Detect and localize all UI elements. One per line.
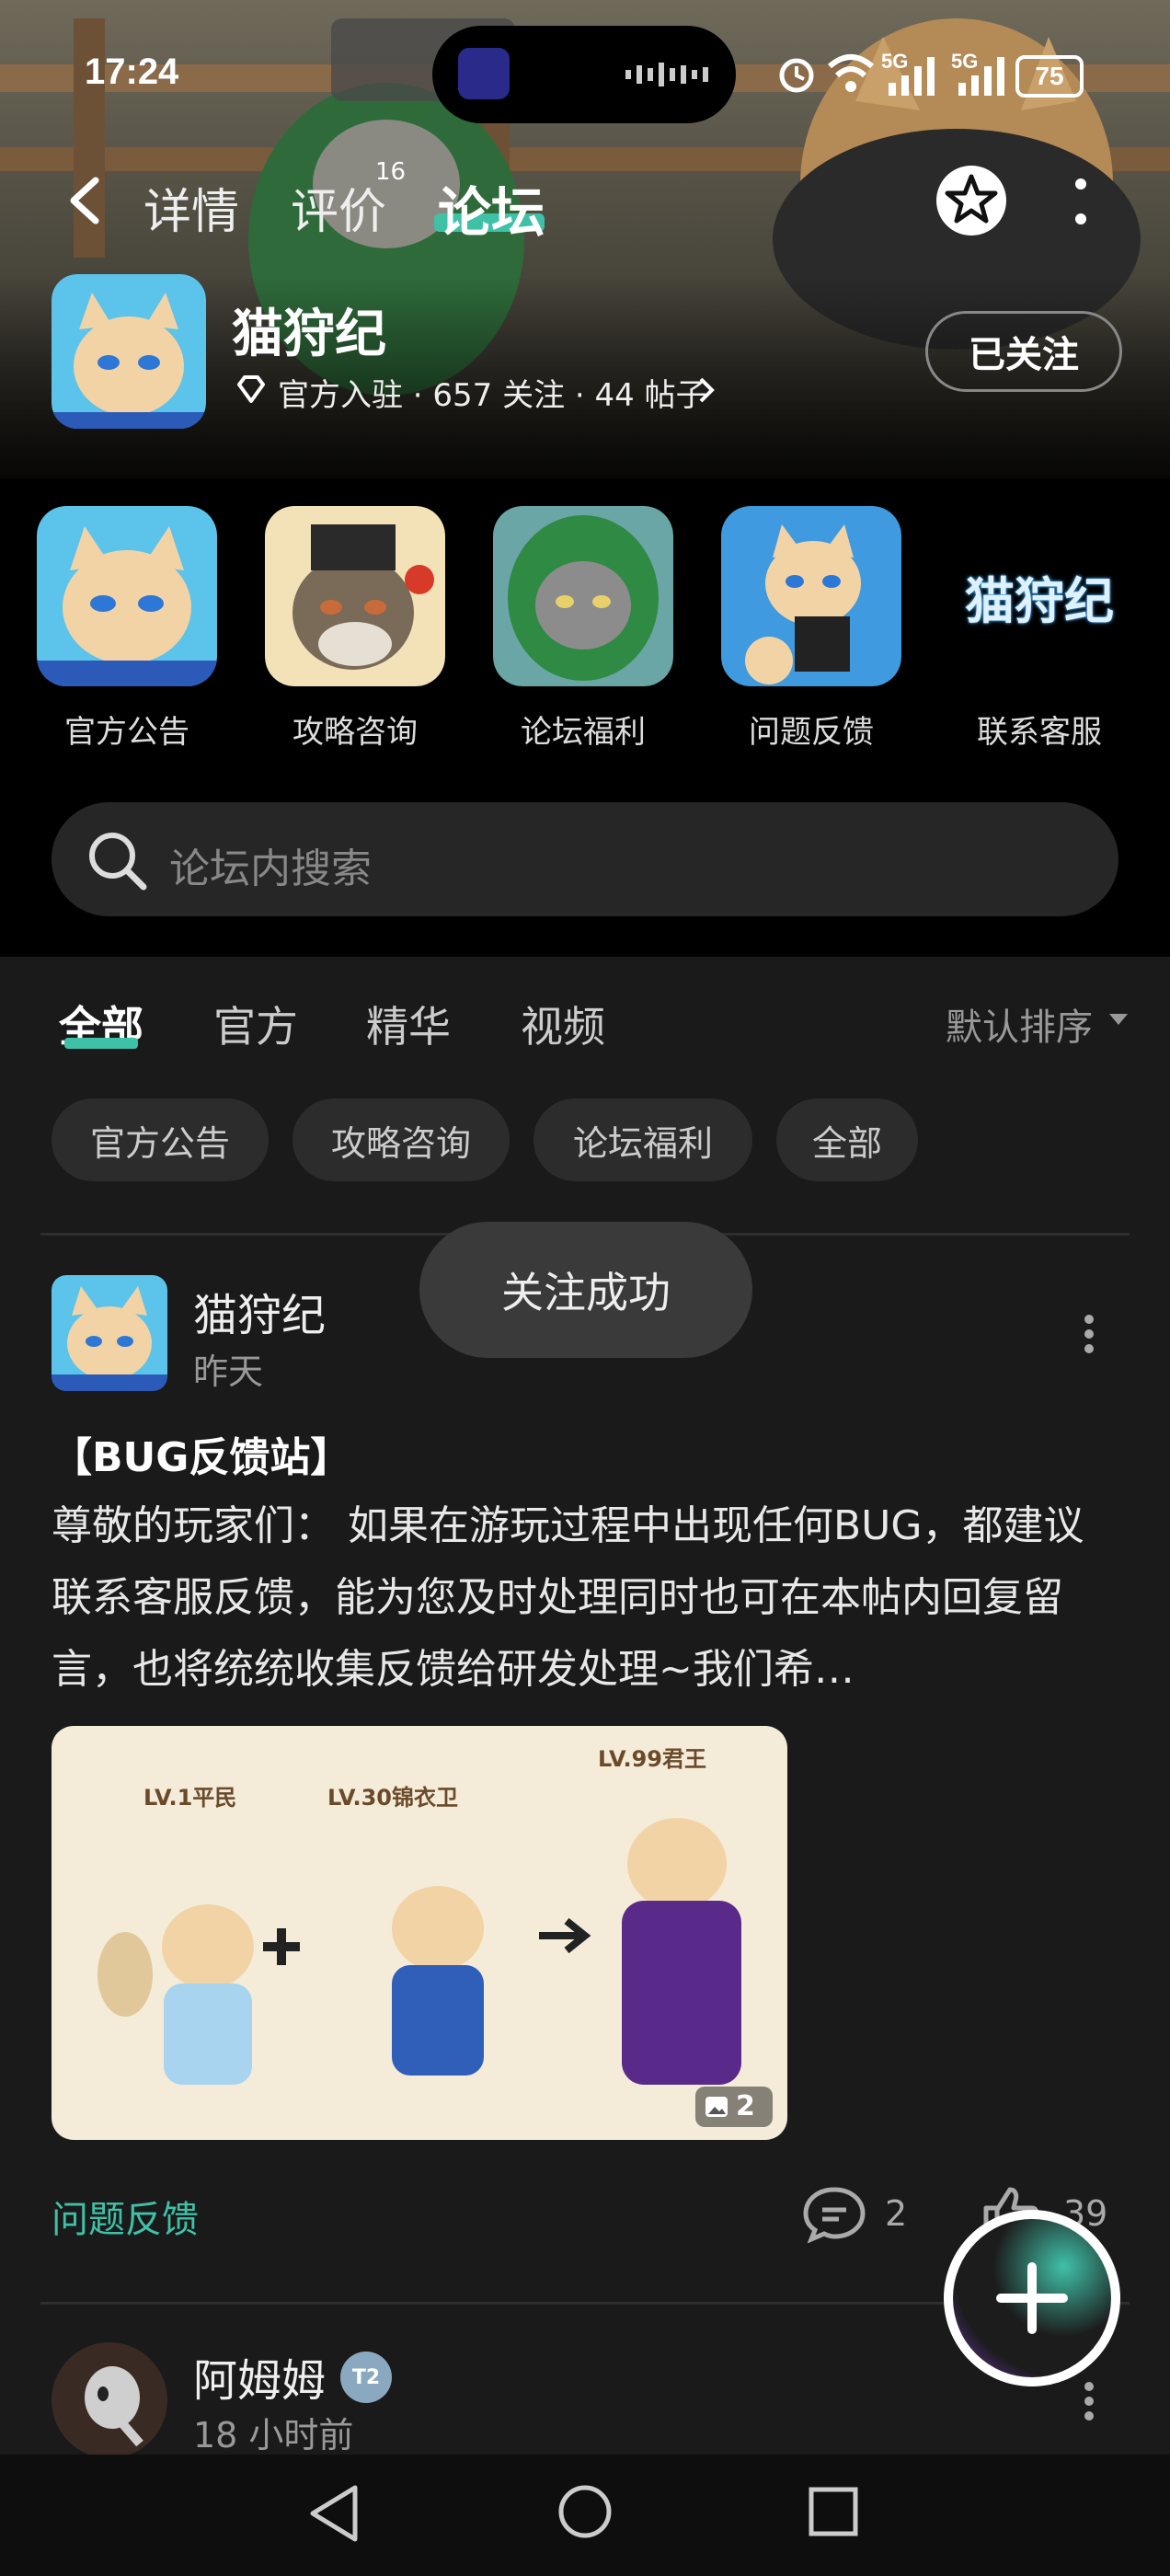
search-placeholder: 论坛内搜索	[169, 845, 372, 892]
author-avatar-2[interactable]	[52, 2342, 167, 2458]
image-label-lv30: LV.30锦衣卫	[327, 1785, 458, 1811]
diamond-icon	[237, 375, 265, 403]
image-icon	[705, 2097, 728, 2117]
sort-dropdown[interactable]: 默认排序	[946, 997, 1093, 1051]
post-more-icon[interactable]	[1076, 1312, 1102, 1356]
tab-reviews[interactable]: 评价	[291, 173, 386, 242]
shortcut-feedback[interactable]	[721, 506, 901, 690]
post-author[interactable]: 猫狩纪	[193, 1279, 326, 1343]
strategy-consult-icon	[265, 506, 445, 686]
post-image[interactable]: LV.1平民 LV.30锦衣卫 LV.99君王 2	[52, 1726, 787, 2140]
shortcut-label-feedback: 问题反馈	[749, 714, 874, 751]
comment-count: 2	[885, 2193, 908, 2234]
issue-feedback-icon	[721, 506, 901, 686]
game-logo: 猫狩纪	[965, 571, 1114, 630]
shortcut-label-welfare: 论坛福利	[521, 714, 646, 751]
post-tag[interactable]: 问题反馈	[52, 2190, 199, 2243]
signal-icon-1	[889, 57, 935, 96]
feed-tab-indicator	[64, 1038, 138, 1049]
image-label-lv99: LV.99君王	[598, 1746, 706, 1772]
tab-details[interactable]: 详情	[143, 173, 239, 242]
reviews-count-badge: 16	[375, 158, 407, 186]
nav-home-icon[interactable]	[556, 2482, 614, 2541]
game-avatar[interactable]	[52, 274, 206, 429]
battery-indicator: 75	[1015, 55, 1084, 98]
filter-chip-guides[interactable]: 攻略咨询	[292, 1098, 510, 1181]
post-more-icon-2[interactable]	[1076, 2379, 1102, 2423]
post-body[interactable]: 尊敬的玩家们： 如果在游玩过程中出现任何BUG，都建议联系客服反馈，能为您及时处…	[52, 1490, 1118, 1706]
create-post-button[interactable]	[944, 2210, 1120, 2386]
filter-chip-announcement[interactable]: 官方公告	[52, 1098, 269, 1181]
post-time: 昨天	[193, 1351, 264, 1392]
filter-chip-all[interactable]: 全部	[776, 1098, 918, 1181]
toast-message: 关注成功	[419, 1222, 752, 1358]
user-level-badge: T2	[340, 2352, 392, 2403]
shortcut-label-guides: 攻略咨询	[292, 714, 418, 751]
shortcut-label-support: 联系客服	[977, 714, 1102, 751]
game-title: 猫狩纪	[232, 305, 386, 364]
filter-chip-welfare[interactable]: 论坛福利	[533, 1098, 752, 1181]
audio-wave-icon	[625, 63, 708, 86]
caret-down-icon	[1109, 1014, 1128, 1025]
post-title[interactable]: 【BUG反馈站】	[52, 1424, 350, 1483]
wifi-icon	[828, 54, 874, 92]
follow-button[interactable]: 已关注	[925, 311, 1122, 392]
plus-icon	[996, 2262, 1068, 2334]
system-nav-bar	[0, 2455, 1170, 2576]
alarm-icon	[779, 58, 814, 93]
feed-tab-featured[interactable]: 精华	[366, 994, 451, 1054]
shortcut-official[interactable]	[37, 506, 217, 690]
game-meta[interactable]: 官方入驻 · 657 关注 · 44 帖子	[278, 370, 707, 415]
shortcut-support[interactable]: 猫狩纪	[949, 506, 1130, 686]
signal-icon-2	[958, 57, 1004, 96]
official-announcement-icon	[37, 506, 217, 686]
shortcut-label-official: 官方公告	[64, 714, 189, 751]
chevron-right-icon	[699, 377, 715, 403]
search-icon	[89, 833, 147, 891]
image-count: 2	[736, 2090, 755, 2122]
image-count-badge: 2	[695, 2087, 773, 2127]
app-icon	[458, 48, 510, 99]
feed-tab-official[interactable]: 官方	[213, 994, 298, 1054]
forum-welfare-icon	[493, 506, 673, 686]
dynamic-island	[432, 26, 736, 123]
tab-forum[interactable]: 论坛	[438, 169, 545, 247]
comment-icon[interactable]	[802, 2186, 866, 2243]
feed-tab-video[interactable]: 视频	[521, 994, 605, 1054]
post-time-2: 18 小时前	[193, 2415, 354, 2455]
shortcut-guides[interactable]	[265, 506, 445, 690]
shortcut-welfare[interactable]	[493, 506, 673, 690]
author-avatar[interactable]	[52, 1275, 167, 1391]
status-time: 17:24	[85, 52, 179, 92]
search-bar[interactable]: 论坛内搜索	[52, 802, 1118, 916]
nav-back-icon[interactable]	[305, 2482, 362, 2545]
image-label-lv1: LV.1平民	[143, 1785, 237, 1811]
favorite-icon[interactable]	[933, 162, 1010, 239]
nav-recents-icon[interactable]	[806, 2484, 861, 2539]
more-menu-icon[interactable]	[1067, 175, 1095, 230]
post-author-2[interactable]: 阿姆姆	[193, 2344, 326, 2409]
back-icon[interactable]	[64, 175, 105, 226]
